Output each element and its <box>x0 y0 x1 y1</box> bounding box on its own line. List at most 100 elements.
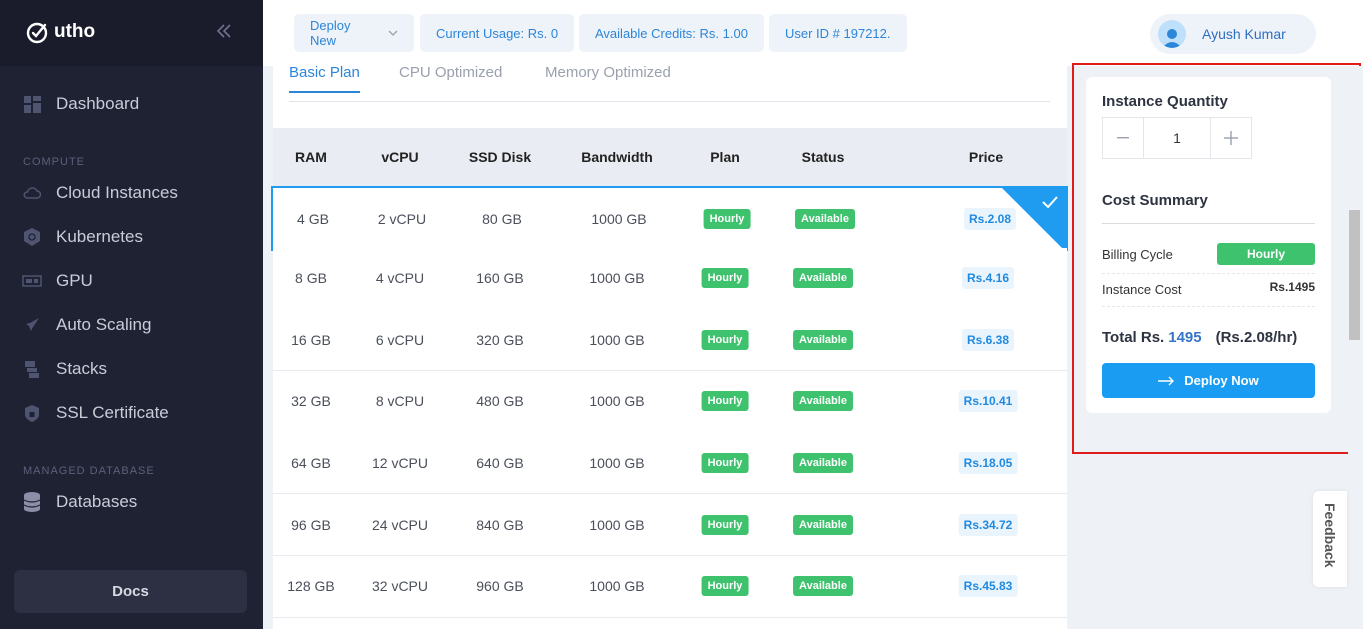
cell-vcpu: 32 vCPU <box>371 578 429 595</box>
feedback-tab[interactable]: Feedback <box>1313 491 1347 587</box>
price-badge: Rs.6.38 <box>961 328 1015 351</box>
price-badge: Rs.4.16 <box>961 267 1015 290</box>
tab-memory-optimized[interactable]: Memory Optimized <box>545 64 671 91</box>
section-managed-database: MANAGED DATABASE <box>23 465 155 477</box>
cell-ssd: 480 GB <box>476 393 524 410</box>
available-credits-badge: Available Credits: Rs. 1.00 <box>579 14 764 52</box>
docs-button[interactable]: Docs <box>14 570 247 613</box>
cell-ram: 8 GB <box>295 270 327 287</box>
sidebar-item-stacks[interactable]: Stacks <box>22 359 107 379</box>
divider <box>1102 273 1315 274</box>
cell-bandwidth: 1000 GB <box>589 393 645 410</box>
total-cost: Total Rs. 1495 (Rs.2.08/hr) <box>1102 329 1297 346</box>
cell-vcpu: 6 vCPU <box>375 331 425 348</box>
arrow-right-icon <box>1158 376 1175 385</box>
gpu-icon <box>22 272 42 290</box>
user-menu[interactable]: Ayush Kumar <box>1150 14 1316 54</box>
brand-name: utho <box>54 21 96 42</box>
sidebar-item-databases[interactable]: Databases <box>22 492 137 512</box>
total-label: Total Rs. <box>1102 329 1165 346</box>
user-name: Ayush Kumar <box>1202 26 1286 42</box>
chevron-down-icon <box>388 30 398 36</box>
sidebar-item-label: Auto Scaling <box>56 315 152 334</box>
table-row[interactable]: 64 GB 12 vCPU 640 GB 1000 GB Hourly Available… <box>273 432 1067 495</box>
plus-icon[interactable] <box>1210 118 1251 158</box>
table-row[interactable]: 128 GB 32 vCPU 960 GB 1000 GB Hourly Availabl… <box>273 555 1067 618</box>
cell-ssd: 840 GB <box>476 516 524 533</box>
price-badge: Rs.18.05 <box>958 451 1018 474</box>
column-header-price: Price <box>968 149 1004 165</box>
kubernetes-icon <box>22 228 42 246</box>
column-header-vcpu: vCPU <box>381 149 419 165</box>
tab-cpu-optimized[interactable]: CPU Optimized <box>399 64 502 91</box>
logo-bar: utho <box>0 0 263 66</box>
brand-logo[interactable]: utho <box>26 20 95 44</box>
sidebar-item-label: Stacks <box>56 359 108 378</box>
status-badge: Available <box>793 452 853 473</box>
plan-table-panel: Basic Plan CPU Optimized Memory Optimize… <box>271 52 1068 629</box>
cell-ssd: 960 GB <box>476 578 524 595</box>
plan-badge: Hourly <box>701 514 749 535</box>
divider <box>1102 223 1315 224</box>
cell-bandwidth: 1000 GB <box>589 270 645 287</box>
cell-bandwidth: 1000 GB <box>589 516 645 533</box>
deploy-now-button[interactable]: Deploy Now <box>1102 363 1315 398</box>
user-id-badge: User ID # 197212. <box>769 14 907 52</box>
dashboard-icon <box>22 95 42 113</box>
status-badge: Available <box>793 329 853 350</box>
column-header-status: Status <box>801 149 845 165</box>
plan-badge: Hourly <box>701 576 749 597</box>
table-row[interactable]: 16 GB 6 vCPU 320 GB 1000 GB Hourly Available R… <box>273 309 1067 372</box>
price-badge: Rs.10.41 <box>958 390 1018 413</box>
tab-basic-plan[interactable]: Basic Plan <box>289 64 360 93</box>
table-row[interactable]: 96 GB 24 vCPU 840 GB 1000 GB Hourly Available… <box>273 494 1067 556</box>
cell-vcpu: 24 vCPU <box>371 516 429 533</box>
column-header-bandwidth: Bandwidth <box>581 149 653 165</box>
sidebar-item-label: Kubernetes <box>56 227 143 246</box>
avatar <box>1158 20 1186 48</box>
status-badge: Available <box>793 268 853 289</box>
sidebar-item-dashboard[interactable]: Dashboard <box>22 94 139 114</box>
sidebar: utho Dashboard COMPUTE Cloud Instances K… <box>0 0 263 629</box>
double-chevron-left-icon[interactable] <box>216 22 232 43</box>
sidebar-item-auto-scaling[interactable]: Auto Scaling <box>22 315 151 335</box>
status-badge: Available <box>793 514 853 535</box>
quantity-stepper: 1 <box>1102 117 1252 159</box>
sidebar-item-label: Databases <box>56 492 138 511</box>
table-row-selected[interactable]: 4 GB 2 vCPU 80 GB 1000 GB Hourly Available Rs.… <box>271 186 1068 251</box>
check-icon <box>1042 196 1058 208</box>
lock-icon <box>22 404 42 422</box>
sidebar-item-ssl-certificate[interactable]: SSL Certificate <box>22 403 169 423</box>
column-header-ssd: SSD Disk <box>468 149 532 165</box>
sidebar-item-gpu[interactable]: GPU <box>22 271 93 291</box>
plan-badge: Hourly <box>701 329 749 350</box>
status-badge: Available <box>795 208 855 229</box>
table-row[interactable]: 32 GB 8 vCPU 480 GB 1000 GB Hourly Available R… <box>273 370 1067 433</box>
sidebar-item-label: Dashboard <box>56 94 140 113</box>
cell-ram: 16 GB <box>291 331 331 348</box>
billing-cycle-label: Billing Cycle <box>1102 247 1173 262</box>
cell-vcpu: 12 vCPU <box>371 454 429 471</box>
scrollbar-thumb[interactable] <box>1349 210 1360 340</box>
cell-ssd: 640 GB <box>476 454 524 471</box>
table-row[interactable]: 8 GB 4 vCPU 160 GB 1000 GB Hourly Available Rs… <box>273 247 1067 310</box>
order-summary-card: Instance Quantity 1 Cost Summary Billing… <box>1086 77 1331 413</box>
divider <box>1102 306 1315 307</box>
cloud-icon <box>22 184 42 202</box>
plan-badge: Hourly <box>703 208 751 229</box>
cell-vcpu: 4 vCPU <box>375 270 425 287</box>
sidebar-item-kubernetes[interactable]: Kubernetes <box>22 227 143 247</box>
cell-ssd: 320 GB <box>476 331 524 348</box>
cell-bandwidth: 1000 GB <box>591 210 647 227</box>
quantity-value[interactable]: 1 <box>1144 118 1210 158</box>
cell-vcpu: 2 vCPU <box>377 210 427 227</box>
column-header-plan: Plan <box>710 149 740 165</box>
cell-bandwidth: 1000 GB <box>589 578 645 595</box>
billing-cycle-badge: Hourly <box>1217 243 1315 265</box>
sidebar-item-cloud-instances[interactable]: Cloud Instances <box>22 183 178 203</box>
deploy-new-label: Deploy New <box>310 18 351 48</box>
deploy-new-dropdown[interactable]: Deploy New <box>294 14 414 52</box>
stacks-icon <box>22 360 42 378</box>
scrollbar-track <box>1348 66 1363 629</box>
minus-icon[interactable] <box>1103 118 1144 158</box>
